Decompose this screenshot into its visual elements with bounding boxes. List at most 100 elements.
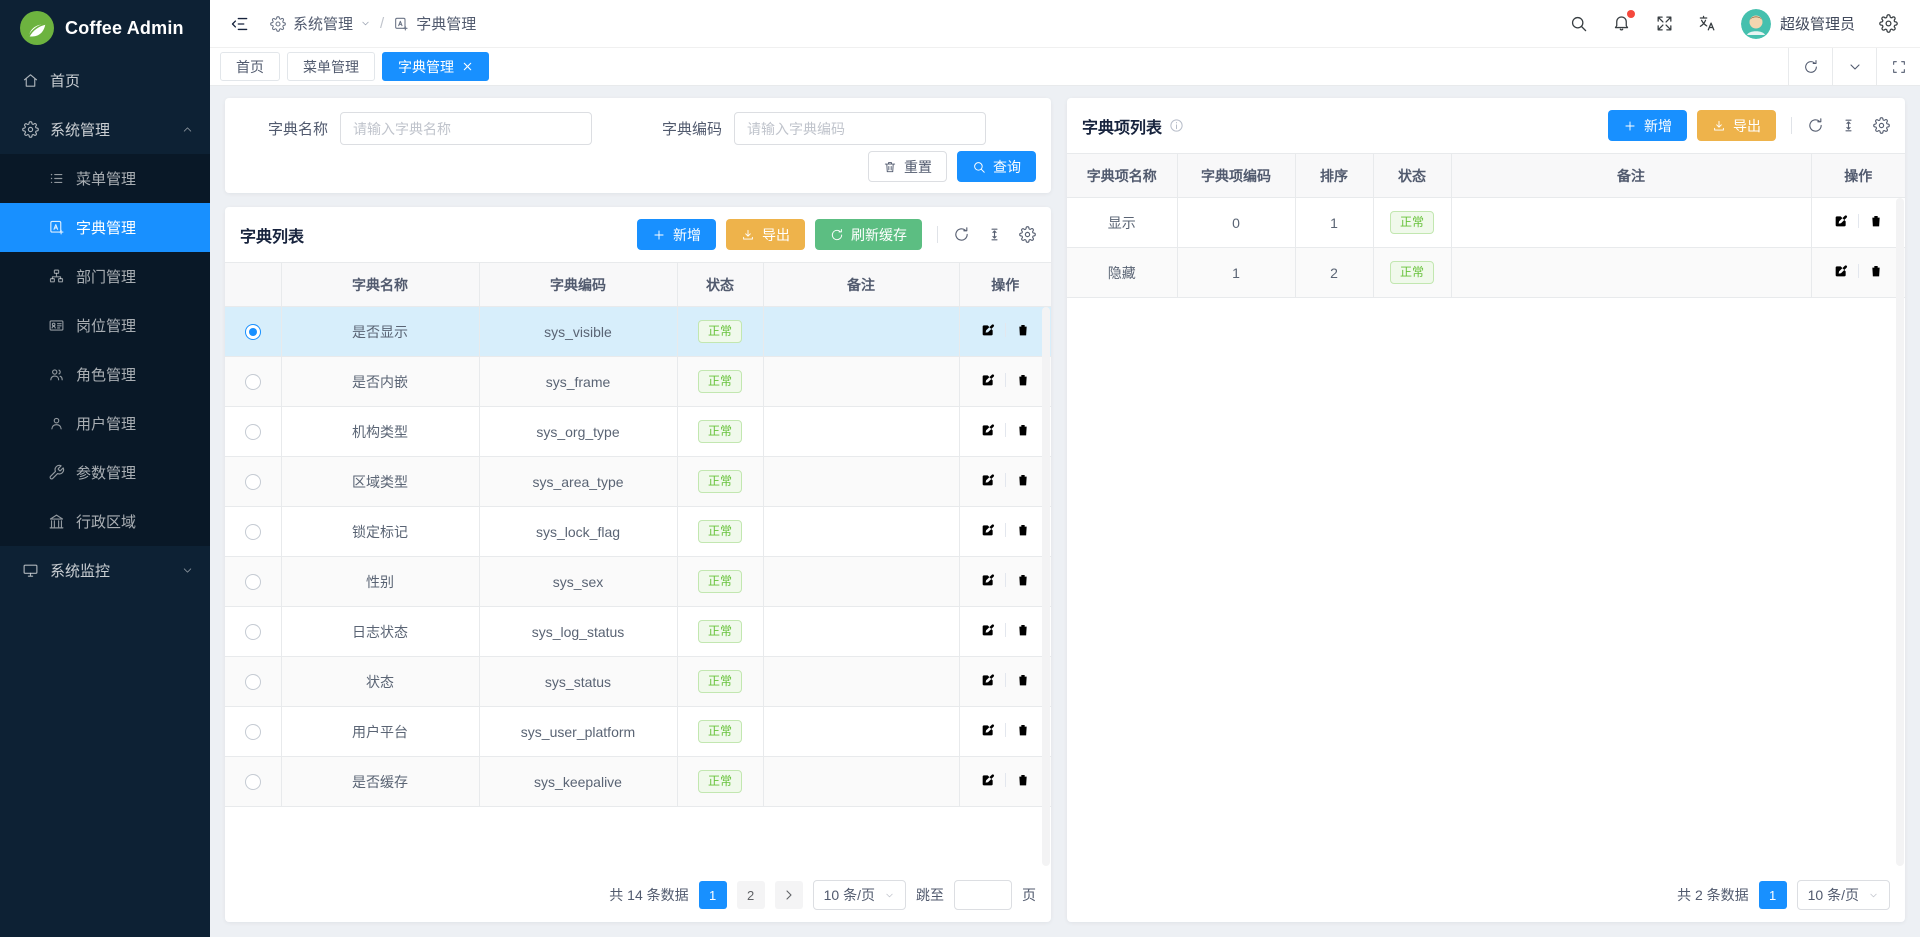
page-button-2[interactable]: 2 — [737, 881, 765, 909]
sidebar-item-home[interactable]: 首页 — [0, 56, 210, 105]
edit-icon[interactable] — [980, 422, 996, 438]
edit-icon[interactable] — [980, 622, 996, 638]
settings-gear-icon[interactable] — [1879, 14, 1898, 33]
row-height-icon[interactable] — [1840, 117, 1857, 134]
tab-dict-management[interactable]: 字典管理 — [382, 52, 489, 81]
table-row[interactable]: 日志状态 sys_log_status 正常 — [225, 607, 1051, 657]
sidebar-item-role-management[interactable]: 角色管理 — [0, 350, 210, 399]
row-radio[interactable] — [245, 324, 261, 340]
edit-icon[interactable] — [980, 722, 996, 738]
page-button-1[interactable]: 1 — [699, 881, 727, 909]
edit-icon[interactable] — [980, 372, 996, 388]
delete-icon[interactable] — [1015, 622, 1031, 638]
sidebar-item-system-monitor[interactable]: 系统监控 — [0, 546, 210, 595]
row-radio[interactable] — [245, 674, 261, 690]
table-row[interactable]: 是否缓存 sys_keepalive 正常 — [225, 757, 1051, 807]
edit-icon[interactable] — [980, 672, 996, 688]
row-radio[interactable] — [245, 774, 261, 790]
search-icon[interactable] — [1569, 14, 1588, 33]
column-settings-gear-icon[interactable] — [1019, 226, 1036, 243]
edit-icon[interactable] — [980, 322, 996, 338]
sidebar-item-menu-management[interactable]: 菜单管理 — [0, 154, 210, 203]
row-height-icon[interactable] — [986, 226, 1003, 243]
table-row[interactable]: 状态 sys_status 正常 — [225, 657, 1051, 707]
content-fullscreen-button[interactable] — [1876, 48, 1920, 85]
sidebar-item-dict-management[interactable]: 字典管理 — [0, 203, 210, 252]
table-refresh-icon[interactable] — [953, 226, 970, 243]
tab-close-icon[interactable] — [462, 61, 473, 72]
row-radio[interactable] — [245, 474, 261, 490]
table-row[interactable]: 是否内嵌 sys_frame 正常 — [225, 357, 1051, 407]
tab-menu-management[interactable]: 菜单管理 — [287, 52, 375, 81]
table-row[interactable]: 用户平台 sys_user_platform 正常 — [225, 707, 1051, 757]
sidebar-item-user-management[interactable]: 用户管理 — [0, 399, 210, 448]
table-row[interactable]: 性别 sys_sex 正常 — [225, 557, 1051, 607]
table-row[interactable]: 显示 0 1 正常 — [1067, 198, 1905, 248]
edit-icon[interactable] — [980, 572, 996, 588]
column-settings-gear-icon[interactable] — [1873, 117, 1890, 134]
sidebar-item-param-management[interactable]: 参数管理 — [0, 448, 210, 497]
dict-code-input[interactable] — [734, 112, 986, 145]
page-button-1[interactable]: 1 — [1759, 881, 1787, 909]
translate-icon[interactable] — [1698, 14, 1717, 33]
tabs-menu-button[interactable] — [1832, 48, 1876, 85]
tab-home[interactable]: 首页 — [220, 52, 280, 81]
edit-icon[interactable] — [980, 472, 996, 488]
delete-icon[interactable] — [1015, 372, 1031, 388]
app-logo[interactable]: Coffee Admin — [0, 0, 210, 56]
table-row[interactable]: 隐藏 1 2 正常 — [1067, 248, 1905, 298]
delete-icon[interactable] — [1015, 522, 1031, 538]
delete-icon[interactable] — [1015, 322, 1031, 338]
edit-icon[interactable] — [1833, 263, 1849, 279]
refresh-cache-button[interactable]: 刷新缓存 — [815, 219, 922, 250]
breadcrumb-system-management[interactable]: 系统管理 — [270, 13, 371, 34]
edit-icon[interactable] — [1833, 213, 1849, 229]
delete-icon[interactable] — [1015, 472, 1031, 488]
row-radio[interactable] — [245, 524, 261, 540]
dict-name-input[interactable] — [340, 112, 592, 145]
divider — [1005, 523, 1006, 537]
table-scrollbar[interactable] — [1896, 198, 1904, 866]
row-radio[interactable] — [245, 724, 261, 740]
jump-unit: 页 — [1022, 885, 1036, 905]
row-radio[interactable] — [245, 574, 261, 590]
sidebar-item-dept-management[interactable]: 部门管理 — [0, 252, 210, 301]
delete-icon[interactable] — [1868, 213, 1884, 229]
sidebar-collapse-icon[interactable] — [230, 14, 250, 34]
reset-button[interactable]: 重置 — [868, 151, 947, 182]
delete-icon[interactable] — [1868, 263, 1884, 279]
next-page-button[interactable] — [775, 881, 803, 909]
table-row[interactable]: 锁定标记 sys_lock_flag 正常 — [225, 507, 1051, 557]
fullscreen-icon[interactable] — [1655, 14, 1674, 33]
sidebar-item-admin-region[interactable]: 行政区域 — [0, 497, 210, 546]
query-button[interactable]: 查询 — [957, 151, 1036, 182]
row-radio[interactable] — [245, 374, 261, 390]
delete-icon[interactable] — [1015, 672, 1031, 688]
table-row[interactable]: 是否显示 sys_visible 正常 — [225, 307, 1051, 357]
row-radio[interactable] — [245, 424, 261, 440]
breadcrumb-dict-management[interactable]: 字典管理 — [393, 13, 476, 34]
page-size-select[interactable]: 10 条/页 — [813, 880, 906, 910]
table-scrollbar[interactable] — [1042, 307, 1050, 866]
table-row[interactable]: 区域类型 sys_area_type 正常 — [225, 457, 1051, 507]
delete-icon[interactable] — [1015, 772, 1031, 788]
edit-icon[interactable] — [980, 772, 996, 788]
user-menu[interactable]: 超级管理员 — [1741, 9, 1855, 39]
dict-item-export-button[interactable]: 导出 — [1697, 110, 1776, 141]
jump-page-input[interactable] — [954, 880, 1012, 910]
dict-export-button[interactable]: 导出 — [726, 219, 805, 250]
delete-icon[interactable] — [1015, 572, 1031, 588]
dict-add-button[interactable]: 新增 — [637, 219, 716, 250]
page-size-select[interactable]: 10 条/页 — [1797, 880, 1890, 910]
edit-icon[interactable] — [980, 522, 996, 538]
table-row[interactable]: 机构类型 sys_org_type 正常 — [225, 407, 1051, 457]
dict-item-add-button[interactable]: 新增 — [1608, 110, 1687, 141]
tabs-refresh-button[interactable] — [1788, 48, 1832, 85]
notifications-button[interactable] — [1612, 13, 1631, 35]
table-refresh-icon[interactable] — [1807, 117, 1824, 134]
delete-icon[interactable] — [1015, 722, 1031, 738]
delete-icon[interactable] — [1015, 422, 1031, 438]
sidebar-item-system-management[interactable]: 系统管理 — [0, 105, 210, 154]
row-radio[interactable] — [245, 624, 261, 640]
sidebar-item-post-management[interactable]: 岗位管理 — [0, 301, 210, 350]
